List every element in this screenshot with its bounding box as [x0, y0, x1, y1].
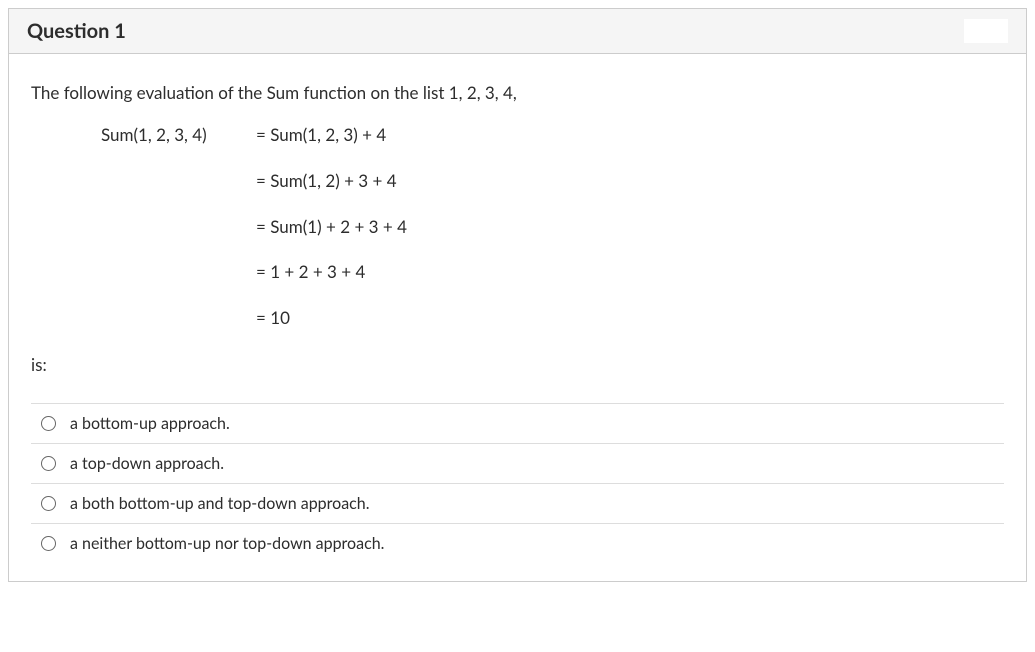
question-header: Question 1 [9, 9, 1026, 54]
question-body: The following evaluation of the Sum func… [9, 54, 1026, 581]
option-label: a top-down approach. [70, 454, 1000, 473]
equation-row: Sum(1, 2, 3, 4) = Sum(1, 2, 3) + 4 [101, 123, 1004, 147]
question-title: Question 1 [27, 19, 126, 43]
equation-left-empty [101, 260, 256, 284]
question-card: Question 1 The following evaluation of t… [8, 8, 1027, 582]
radio-icon [41, 536, 56, 551]
equation-left-empty [101, 215, 256, 239]
option-row-4[interactable]: a neither bottom-up nor top-down approac… [31, 523, 1004, 563]
option-row-3[interactable]: a both bottom-up and top-down approach. [31, 483, 1004, 523]
intro-text: The following evaluation of the Sum func… [31, 82, 1004, 103]
trailing-text: is: [31, 354, 1004, 375]
option-row-1[interactable]: a bottom-up approach. [31, 403, 1004, 443]
equation-step: = Sum(1, 2) + 3 + 4 [256, 169, 1004, 193]
equation-step: = 10 [256, 306, 1004, 330]
equation-step: = Sum(1, 2, 3) + 4 [256, 123, 1004, 147]
option-label: a bottom-up approach. [70, 414, 1000, 433]
flag-box[interactable] [964, 19, 1008, 43]
options-list: a bottom-up approach. a top-down approac… [31, 403, 1004, 563]
equation-row: = Sum(1, 2) + 3 + 4 [101, 169, 1004, 193]
equation-block: Sum(1, 2, 3, 4) = Sum(1, 2, 3) + 4 = Sum… [101, 123, 1004, 330]
radio-icon [41, 456, 56, 471]
equation-left-empty [101, 306, 256, 330]
equation-row: = 1 + 2 + 3 + 4 [101, 260, 1004, 284]
equation-row: = 10 [101, 306, 1004, 330]
option-label: a both bottom-up and top-down approach. [70, 494, 1000, 513]
equation-step: = 1 + 2 + 3 + 4 [256, 260, 1004, 284]
equation-row: = Sum(1) + 2 + 3 + 4 [101, 215, 1004, 239]
option-label: a neither bottom-up nor top-down approac… [70, 534, 1000, 553]
option-row-2[interactable]: a top-down approach. [31, 443, 1004, 483]
radio-icon [41, 416, 56, 431]
equation-left-empty [101, 169, 256, 193]
radio-icon [41, 496, 56, 511]
equation-step: = Sum(1) + 2 + 3 + 4 [256, 215, 1004, 239]
equation-left: Sum(1, 2, 3, 4) [101, 123, 256, 147]
